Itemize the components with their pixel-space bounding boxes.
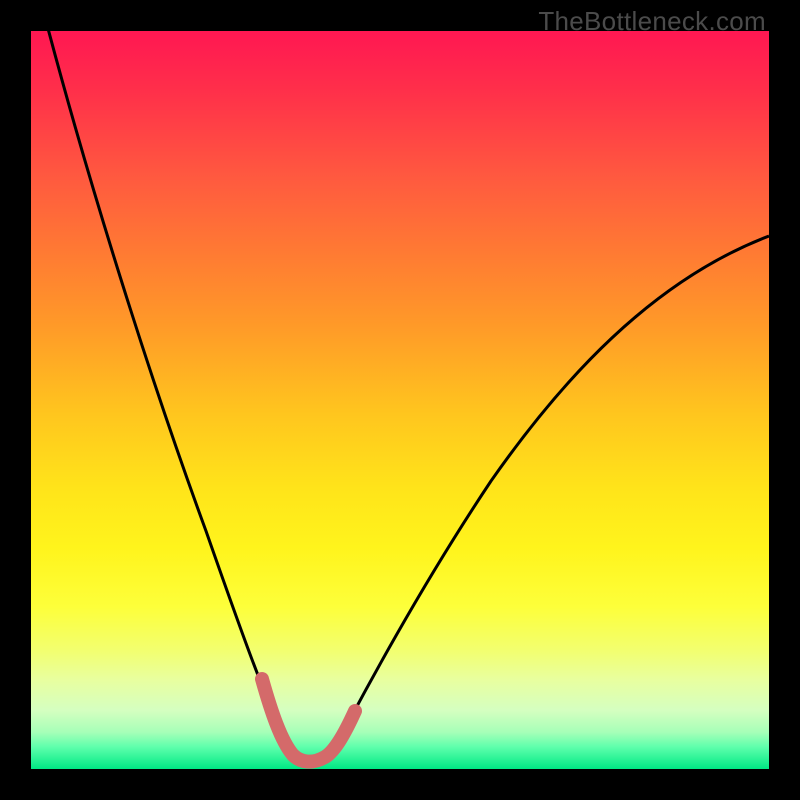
highlight-path	[262, 679, 355, 762]
watermark-text: TheBottleneck.com	[538, 6, 766, 37]
chart-svg	[31, 31, 769, 769]
chart-frame: TheBottleneck.com	[0, 0, 800, 800]
chart-plot-area	[31, 31, 769, 769]
curve-path	[46, 31, 769, 761]
